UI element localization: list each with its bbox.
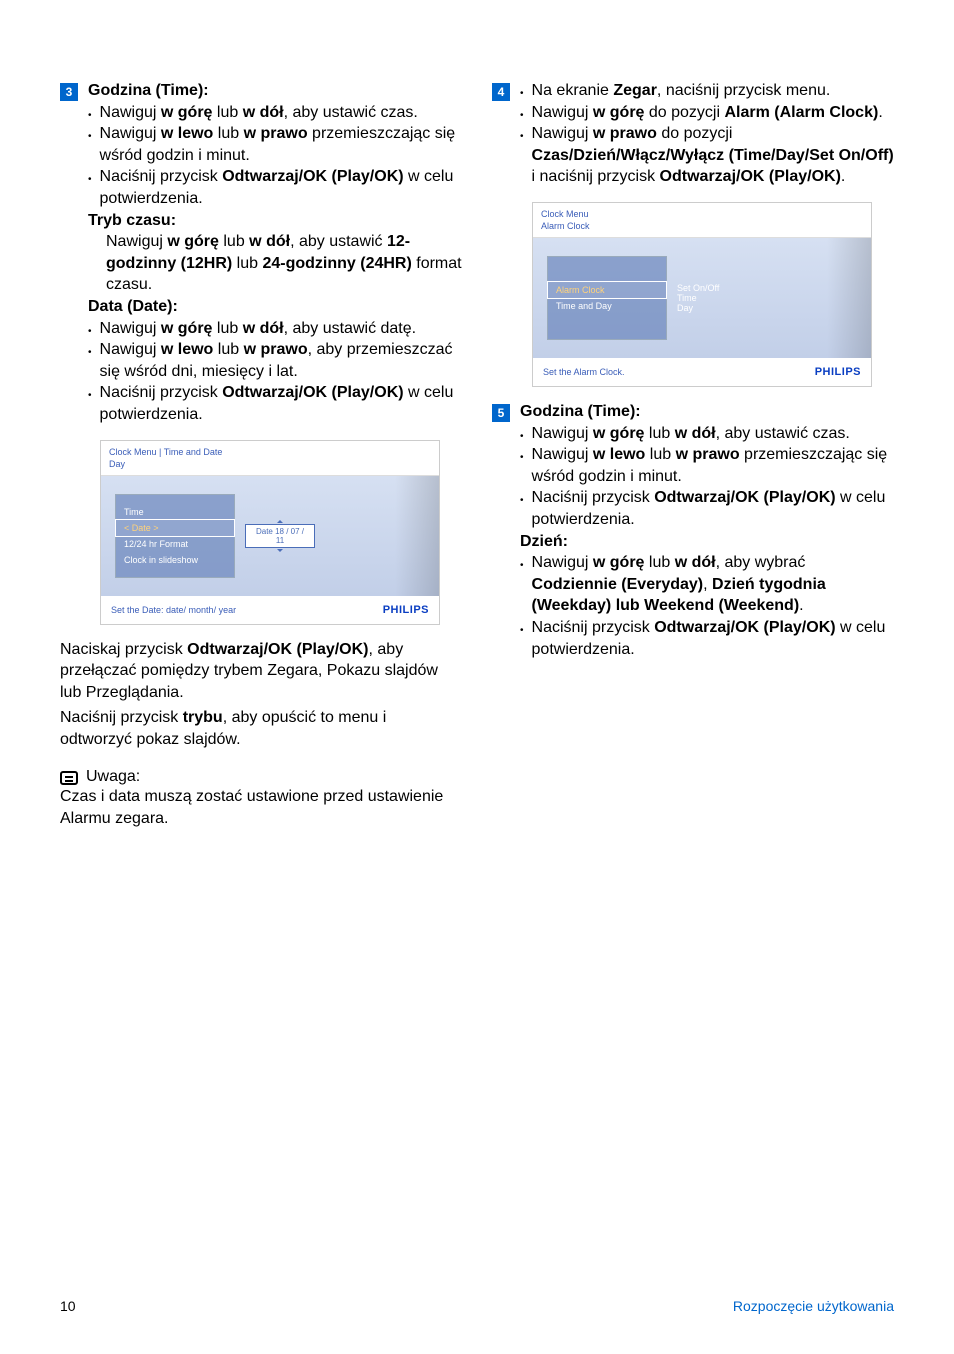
note: Uwaga: — [60, 768, 462, 786]
step-badge-5: 5 — [492, 404, 510, 422]
philips-logo: PHILIPS — [383, 604, 429, 616]
menu-item-time-and-day: Time and Day — [548, 298, 666, 314]
dzien-bullet-2: Naciśnij przycisk Odtwarzaj/OK (Play/OK)… — [532, 617, 894, 660]
step4-bullet-3: Nawiguj w prawo do pozycji Czas/Dzień/Wł… — [532, 123, 894, 188]
paragraph-play-ok: Naciskaj przycisk Odtwarzaj/OK (Play/OK)… — [60, 639, 462, 704]
step3-bullet-2: Nawiguj w lewo lub w prawo przemieszczaj… — [100, 123, 462, 166]
shot1-menu: Time < Date > 12/24 hr Format Clock in s… — [115, 494, 235, 578]
step5-bullet-2: Nawiguj w lewo lub w prawo przemieszczaj… — [532, 444, 894, 487]
menu-item-clock-slideshow: Clock in slideshow — [116, 552, 234, 568]
data-bullet-3: Naciśnij przycisk Odtwarzaj/OK (Play/OK)… — [100, 382, 462, 425]
data-title: Data (Date): — [88, 298, 178, 315]
menu-item-alarm-clock: Alarm Clock — [547, 281, 667, 299]
tryb-text: Nawiguj w górę lub w dół, aby ustawić 12… — [88, 231, 462, 296]
step3-bullet-1: Nawiguj w górę lub w dół, aby ustawić cz… — [100, 102, 462, 124]
dzien-title: Dzień: — [520, 533, 568, 550]
dzien-bullet-1: Nawiguj w górę lub w dół, aby wybrać Cod… — [532, 552, 894, 617]
screenshot-alarm-clock: Clock Menu Alarm Clock Alarm Clock Time … — [532, 202, 872, 387]
shot2-footer: Set the Alarm Clock. — [543, 367, 625, 377]
step5-bullet-1: Nawiguj w górę lub w dół, aby ustawić cz… — [532, 423, 894, 445]
step-badge-4: 4 — [492, 83, 510, 101]
step3-bullet-3: Naciśnij przycisk Odtwarzaj/OK (Play/OK)… — [100, 166, 462, 209]
right-column: 4 • Na ekranie Zegar, naciśnij przycisk … — [492, 80, 894, 830]
step5-bullet-3: Naciśnij przycisk Odtwarzaj/OK (Play/OK)… — [532, 487, 894, 530]
shot1-subtitle: Day — [101, 459, 439, 476]
data-bullet-1: Nawiguj w górę lub w dół, aby ustawić da… — [100, 318, 462, 340]
shot1-date-value: Date 18 / 07 / 11 — [245, 524, 315, 548]
data-bullet-2: Nawiguj w lewo lub w prawo, aby przemies… — [100, 339, 462, 382]
step5-title: Godzina (Time): — [520, 403, 641, 420]
shot2-menu: Alarm Clock Time and Day — [547, 256, 667, 340]
philips-logo: PHILIPS — [815, 366, 861, 378]
step3-title: Godzina (Time): — [88, 82, 209, 99]
paragraph-tryb: Naciśnij przycisk trybu, aby opuścić to … — [60, 707, 462, 750]
note-icon — [60, 771, 78, 785]
step-badge-3: 3 — [60, 83, 78, 101]
step-3: 3 Godzina (Time): • Nawiguj w górę lub w… — [60, 80, 462, 426]
menu-item-time: Time — [116, 504, 234, 520]
note-text: Czas i data muszą zostać ustawione przed… — [60, 786, 462, 829]
step4-bullet-1: Na ekranie Zegar, naciśnij przycisk menu… — [532, 80, 894, 102]
section-name: Rozpoczęcie użytkowania — [733, 1298, 894, 1314]
step4-bullet-2: Nawiguj w górę do pozycji Alarm (Alarm C… — [532, 102, 894, 124]
step-5: 5 Godzina (Time): • Nawiguj w górę lub w… — [492, 401, 894, 660]
shot2-subtitle: Alarm Clock — [533, 221, 871, 238]
step-4: 4 • Na ekranie Zegar, naciśnij przycisk … — [492, 80, 894, 188]
menu-item-12-24: 12/24 hr Format — [116, 536, 234, 552]
two-column-layout: 3 Godzina (Time): • Nawiguj w górę lub w… — [60, 80, 894, 830]
shot1-breadcrumb: Clock Menu | Time and Date — [101, 441, 439, 459]
tryb-title: Tryb czasu: — [88, 212, 176, 229]
menu-item-date: < Date > — [115, 519, 235, 537]
shot2-breadcrumb: Clock Menu — [533, 203, 871, 221]
note-label: Uwaga: — [86, 768, 140, 786]
screenshot-time-and-date: Clock Menu | Time and Date Day Time < Da… — [100, 440, 440, 625]
page-number: 10 — [60, 1298, 76, 1314]
shot1-footer: Set the Date: date/ month/ year — [111, 605, 236, 615]
left-column: 3 Godzina (Time): • Nawiguj w górę lub w… — [60, 80, 462, 830]
page-footer: 10 Rozpoczęcie użytkowania — [60, 1298, 894, 1314]
